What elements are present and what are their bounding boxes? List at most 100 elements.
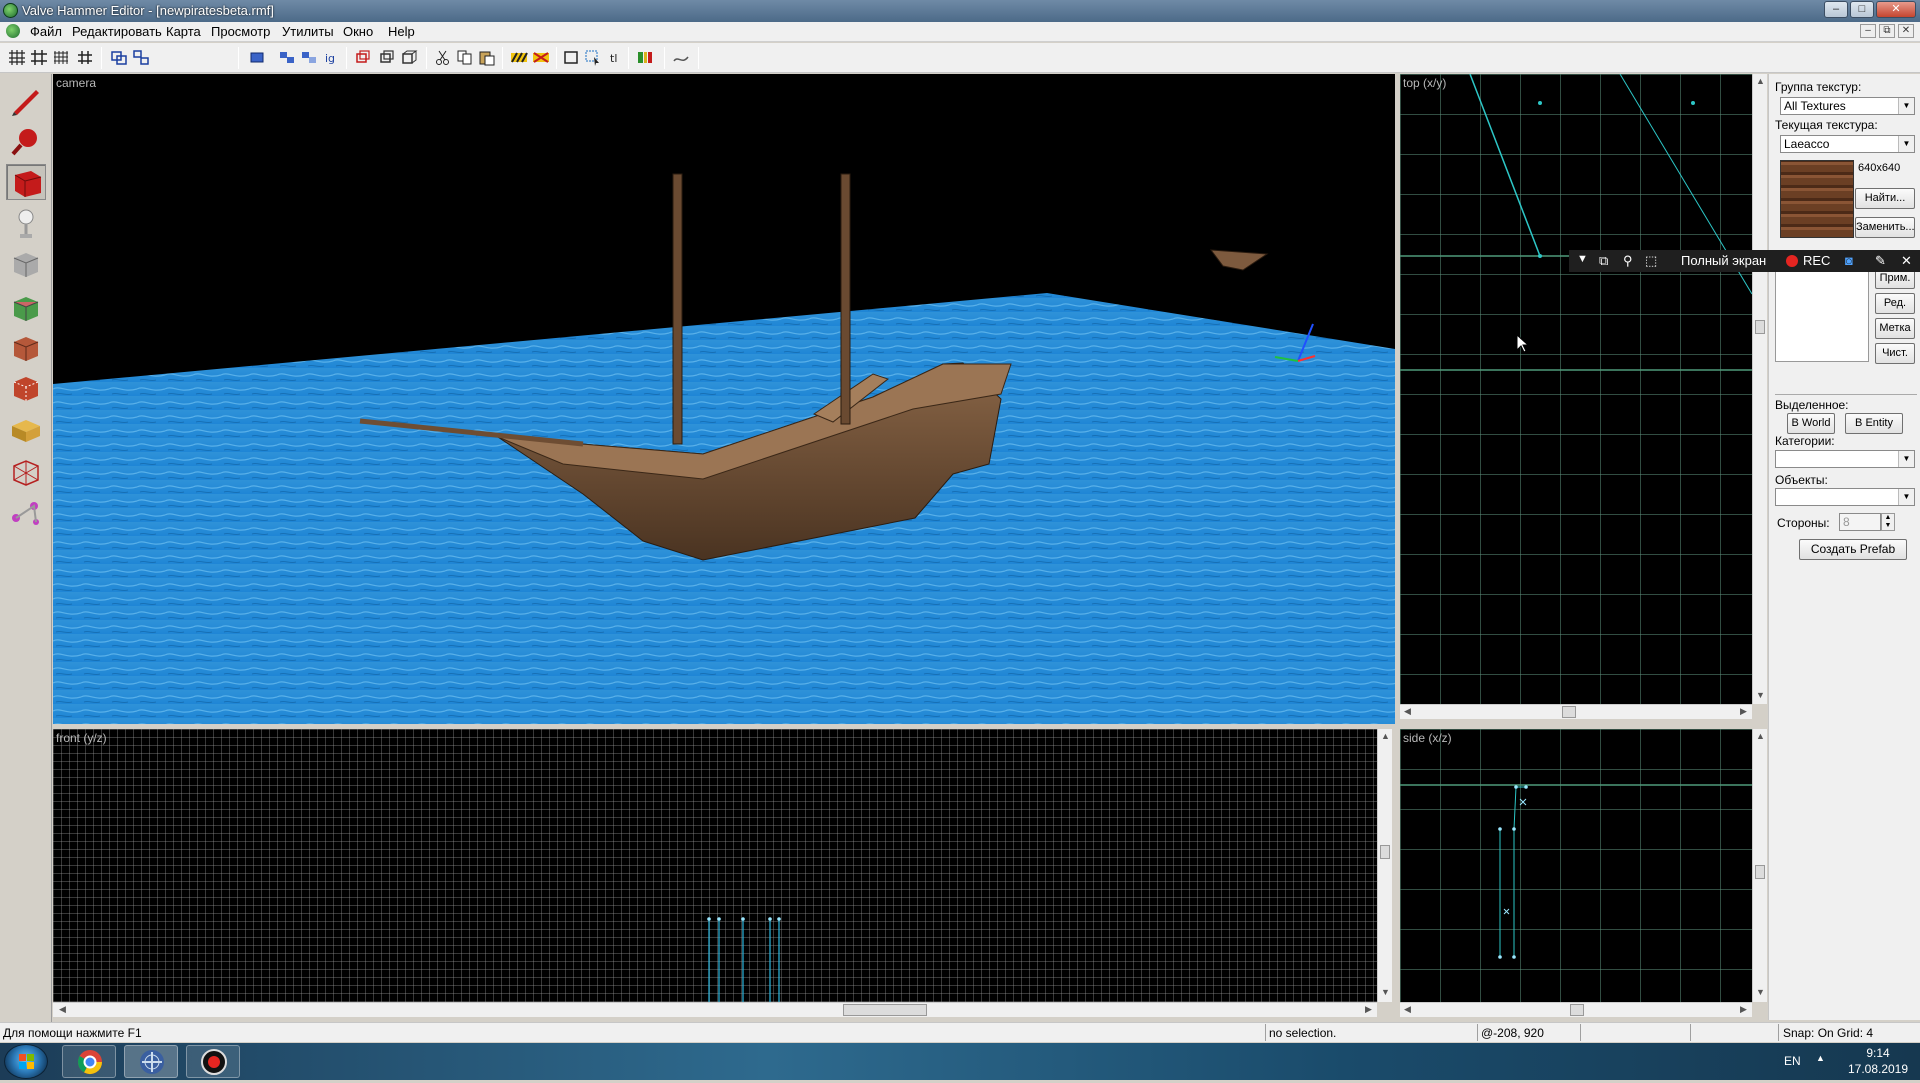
camera-icon[interactable]: ◙ bbox=[1845, 253, 1853, 268]
document-icon[interactable] bbox=[6, 24, 20, 38]
texture-tool-icon[interactable] bbox=[6, 290, 46, 326]
chevron-down-icon[interactable]: ▼ bbox=[1577, 253, 1588, 265]
ungroup-icon[interactable] bbox=[278, 49, 296, 66]
rec-label[interactable]: REC bbox=[1803, 253, 1830, 268]
current-texture-label: Текущая текстура: bbox=[1775, 118, 1878, 132]
fullscreen-label[interactable]: Полный экран bbox=[1681, 253, 1766, 268]
texture-scale-lock-icon[interactable] bbox=[378, 49, 396, 66]
select-cursor-icon[interactable] bbox=[584, 49, 602, 66]
tool-palette bbox=[0, 74, 52, 1034]
zoom-icon[interactable]: ⚲ bbox=[1623, 253, 1633, 269]
tl-icon[interactable]: tl bbox=[606, 49, 624, 66]
side-viewport-hscroll[interactable]: ◀ ▶ bbox=[1400, 1002, 1752, 1017]
grid-dots-icon[interactable] bbox=[30, 49, 48, 66]
hollow-icon[interactable] bbox=[132, 49, 150, 66]
tray-expand-icon[interactable]: ▲ bbox=[1816, 1053, 1825, 1063]
select-box-icon[interactable] bbox=[562, 49, 580, 66]
entity-report-icon[interactable] bbox=[636, 49, 654, 66]
objects-dropdown[interactable]: ▼ bbox=[1775, 488, 1915, 506]
camera-viewport[interactable]: camera bbox=[53, 74, 1395, 724]
window-mode-icon[interactable]: ⧉ bbox=[1599, 253, 1608, 269]
create-prefab-button[interactable]: Создать Prefab bbox=[1799, 539, 1907, 560]
region-select-icon[interactable]: ⬚ bbox=[1645, 253, 1657, 269]
texture-group-label: Группа текстур: bbox=[1775, 80, 1862, 94]
side-viewport-label: side (x/z) bbox=[1403, 731, 1452, 745]
menu-view[interactable]: Просмотр bbox=[211, 24, 270, 39]
ignore-group-icon[interactable]: ig bbox=[322, 49, 340, 66]
find-texture-button[interactable]: Найти... bbox=[1855, 188, 1915, 209]
path-icon[interactable] bbox=[672, 49, 690, 66]
start-button[interactable] bbox=[4, 1044, 48, 1079]
camera-tool-icon[interactable] bbox=[6, 164, 46, 200]
taskbar-hammer-button[interactable] bbox=[124, 1045, 178, 1078]
side-viewport[interactable]: side (x/z) bbox=[1400, 729, 1752, 1002]
top-viewport-label: top (x/y) bbox=[1403, 76, 1447, 90]
menu-edit[interactable]: Редактировать bbox=[72, 24, 162, 39]
top-viewport-vscroll[interactable]: ▲ ▼ bbox=[1752, 74, 1767, 704]
copy-icon[interactable] bbox=[456, 49, 474, 66]
clear-button[interactable]: Чист. bbox=[1875, 343, 1915, 364]
taskbar-chrome-button[interactable] bbox=[62, 1045, 116, 1078]
texture-lock-icon[interactable] bbox=[354, 49, 372, 66]
record-icon[interactable] bbox=[1786, 255, 1798, 267]
minimize-button[interactable]: – bbox=[1824, 1, 1848, 18]
clipping-tool-icon[interactable] bbox=[6, 412, 46, 448]
paste-icon[interactable] bbox=[478, 49, 496, 66]
faces-spin-icon[interactable]: ▲ ▼ bbox=[1881, 513, 1895, 531]
help-hint: Для помощи нажмите F1 bbox=[3, 1026, 142, 1040]
front-viewport-vscroll[interactable]: ▲ ▼ bbox=[1377, 729, 1392, 1002]
texture-size: 640x640 bbox=[1858, 162, 1901, 174]
menu-help[interactable]: Help bbox=[388, 24, 415, 39]
block-tool-icon[interactable] bbox=[6, 246, 46, 282]
top-viewport-hscroll[interactable]: ◀ ▶ bbox=[1400, 704, 1752, 719]
menu-tools[interactable]: Утилиты bbox=[282, 24, 334, 39]
clock-time[interactable]: 9:14 bbox=[1848, 1046, 1908, 1060]
cut-icon[interactable] bbox=[434, 49, 452, 66]
decal-list-box[interactable] bbox=[1775, 270, 1869, 362]
menu-map[interactable]: Карта bbox=[166, 24, 201, 39]
mdi-minimize-button[interactable]: – bbox=[1860, 24, 1876, 38]
pencil-icon[interactable]: ✎ bbox=[1875, 253, 1886, 269]
hide-icon[interactable] bbox=[300, 49, 318, 66]
grid-smaller-icon[interactable] bbox=[52, 49, 70, 66]
texture-group-dropdown[interactable]: All Textures ▼ bbox=[1780, 97, 1915, 115]
faces-stepper[interactable]: 8 bbox=[1839, 513, 1881, 531]
replace-texture-button[interactable]: Заменить... bbox=[1855, 217, 1915, 238]
front-viewport-label: front (y/z) bbox=[56, 731, 107, 745]
toolbar: ig tl bbox=[0, 43, 1920, 73]
mdi-close-button[interactable]: ✕ bbox=[1898, 24, 1914, 38]
to-world-button[interactable]: В World bbox=[1787, 413, 1835, 434]
front-viewport[interactable]: front (y/z) bbox=[53, 729, 1377, 1002]
front-viewport-hscroll[interactable]: ◀ ▶ bbox=[53, 1002, 1377, 1017]
taskbar-recorder-button[interactable] bbox=[186, 1045, 240, 1078]
close-button[interactable]: ✕ bbox=[1876, 1, 1916, 18]
entity-tool-icon[interactable] bbox=[6, 206, 46, 242]
clock-date[interactable]: 17.08.2019 bbox=[1836, 1062, 1920, 1076]
categories-dropdown[interactable]: ▼ bbox=[1775, 450, 1915, 468]
mdi-restore-button[interactable]: ⧉ bbox=[1879, 24, 1895, 38]
selection-tool-icon[interactable] bbox=[6, 84, 46, 120]
edit-button[interactable]: Ред. bbox=[1875, 293, 1915, 314]
hazard-cross-icon[interactable] bbox=[532, 49, 550, 66]
toggle-3d-icon[interactable] bbox=[400, 49, 418, 66]
mark-button[interactable]: Метка bbox=[1875, 318, 1915, 339]
vertex-tool-icon[interactable] bbox=[6, 454, 46, 490]
grid-toggle-icon[interactable] bbox=[8, 49, 26, 66]
group-icon[interactable] bbox=[248, 49, 266, 66]
carve-icon[interactable] bbox=[110, 49, 128, 66]
grid-larger-icon[interactable] bbox=[76, 49, 94, 66]
to-entity-button[interactable]: В Entity bbox=[1845, 413, 1903, 434]
top-viewport[interactable]: top (x/y) bbox=[1400, 74, 1752, 704]
path-tool-icon[interactable] bbox=[6, 494, 46, 530]
menu-window[interactable]: Окно bbox=[343, 24, 373, 39]
side-viewport-vscroll[interactable]: ▲ ▼ bbox=[1752, 729, 1767, 1002]
magnify-tool-icon[interactable] bbox=[6, 124, 46, 160]
close-icon[interactable]: ✕ bbox=[1901, 253, 1912, 269]
hazard-stripes-icon[interactable] bbox=[510, 49, 528, 66]
apply-texture-tool-icon[interactable] bbox=[6, 330, 46, 366]
maximize-button[interactable]: □ bbox=[1850, 1, 1874, 18]
current-texture-dropdown[interactable]: Laeacco ▼ bbox=[1780, 135, 1915, 153]
decal-tool-icon[interactable] bbox=[6, 370, 46, 406]
language-indicator[interactable]: EN bbox=[1784, 1054, 1801, 1068]
menu-file[interactable]: Файл bbox=[30, 24, 62, 39]
